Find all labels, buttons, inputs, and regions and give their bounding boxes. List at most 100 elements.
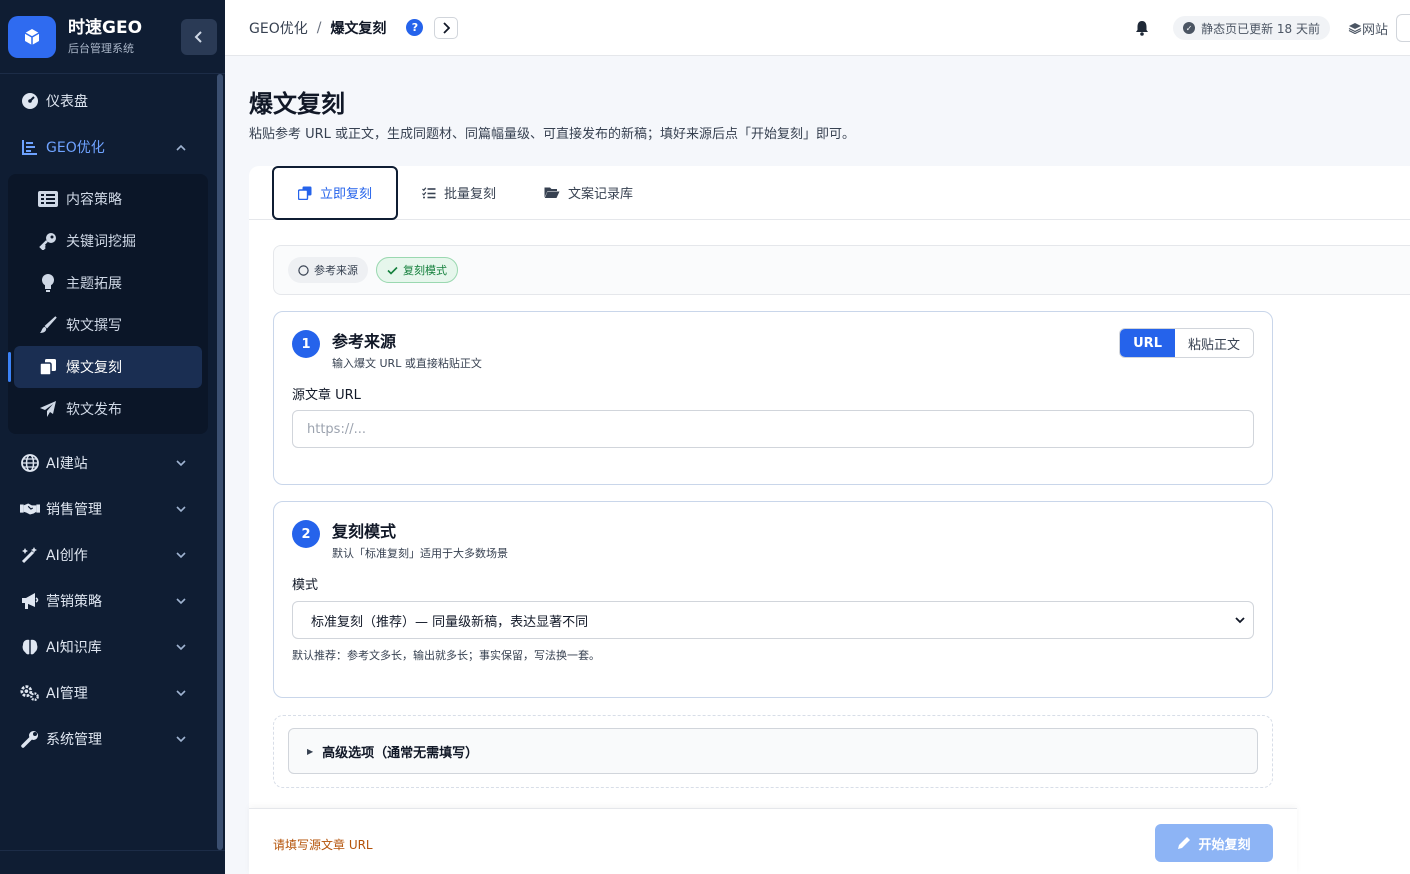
key-icon xyxy=(38,232,58,250)
breadcrumb: GEO优化 / 爆文复刻 xyxy=(249,18,386,38)
brand-subtitle: 后台管理系统 xyxy=(68,41,134,55)
pencil-icon xyxy=(1177,836,1191,850)
sidebar-item-label: 软文撰写 xyxy=(66,318,122,334)
brand-title: 时速GEO xyxy=(68,17,143,38)
section-title: 复刻模式 xyxy=(332,522,397,541)
chevron-down-icon xyxy=(174,597,188,605)
sidebar-item-dashboard[interactable]: 仪表盘 xyxy=(0,78,216,124)
megaphone-icon xyxy=(20,591,40,611)
sidebar-nav: 仪表盘 GEO优化 内容策略 关键词挖掘 主题拓展 软文撰写 爆文复刻 软文发布… xyxy=(0,78,216,762)
advanced-options-container: ▶ 高级选项（通常无需填写） xyxy=(273,715,1273,788)
sidebar-item-label: 关键词挖掘 xyxy=(66,234,136,250)
sidebar-item-ai-creation[interactable]: AI创作 xyxy=(0,532,216,578)
tab-label: 立即复刻 xyxy=(320,187,373,202)
section-replicate-mode: 2 复刻模式 默认「标准复刻」适用于大多数场景 模式 标准复刻（推荐）— 同量级… xyxy=(273,501,1273,698)
list-icon xyxy=(38,190,58,208)
chevron-down-icon xyxy=(174,551,188,559)
sidebar-item-ai-manage[interactable]: AI管理 xyxy=(0,670,216,716)
site-link[interactable]: 网站 xyxy=(1348,19,1388,38)
sidebar-item-keyword-mining[interactable]: 关键词挖掘 xyxy=(8,220,208,262)
step-label: 复刻模式 xyxy=(403,264,447,277)
lightbulb-icon xyxy=(38,274,58,292)
status-text: 静态页已更新 18 天前 xyxy=(1201,21,1320,36)
sidebar-item-label: AI管理 xyxy=(46,686,88,702)
source-type-toggle: URL 粘贴正文 xyxy=(1119,328,1254,358)
sidebar-item-label: 主题拓展 xyxy=(66,276,122,292)
help-icon[interactable]: ? xyxy=(406,19,424,36)
sidebar-item-label: AI知识库 xyxy=(46,640,102,656)
gauge-icon xyxy=(20,91,40,111)
chevron-down-icon xyxy=(174,459,188,467)
sidebar-item-topic-expansion[interactable]: 主题拓展 xyxy=(8,262,208,304)
step-replicate-mode[interactable]: 复刻模式 xyxy=(376,257,458,283)
static-page-status-badge: ✓ 静态页已更新 18 天前 xyxy=(1173,16,1330,40)
mode-select[interactable]: 标准复刻（推荐）— 同量级新稿，表达显著不同 xyxy=(292,601,1254,639)
sidebar-item-article-publish[interactable]: 软文发布 xyxy=(8,388,208,430)
gears-icon xyxy=(20,683,40,703)
sidebar-item-article-writing[interactable]: 软文撰写 xyxy=(8,304,208,346)
tab-label: 批量复刻 xyxy=(444,187,497,202)
toggle-url-button[interactable]: URL xyxy=(1120,329,1175,357)
sidebar-item-label: AI建站 xyxy=(46,456,88,472)
section-subtitle: 默认「标准复刻」适用于大多数场景 xyxy=(332,547,508,560)
tab-batch-replicate[interactable]: 批量复刻 xyxy=(398,166,520,220)
sidebar-scrollbar[interactable] xyxy=(217,74,223,850)
sidebar-item-viral-replicate[interactable]: 爆文复刻 xyxy=(8,346,202,388)
layers-icon xyxy=(1348,23,1362,34)
source-url-input[interactable]: https://... xyxy=(292,410,1254,448)
breadcrumb-separator: / xyxy=(316,19,322,36)
sidebar-item-label: 系统管理 xyxy=(46,732,102,748)
chevron-down-icon xyxy=(174,505,188,513)
source-url-label: 源文章 URL xyxy=(292,388,361,403)
chart-bar-icon xyxy=(20,137,40,157)
sidebar-item-label: 内容策略 xyxy=(66,192,122,208)
step-reference-source[interactable]: 参考来源 xyxy=(288,257,368,283)
tab-replicate-now[interactable]: 立即复刻 xyxy=(272,165,399,220)
top-action-button[interactable] xyxy=(1396,14,1410,42)
sidebar-item-marketing[interactable]: 营销策略 xyxy=(0,578,216,624)
sidebar-item-ai-knowledge[interactable]: AI知识库 xyxy=(0,624,216,670)
sidebar-item-label: AI创作 xyxy=(46,548,88,564)
sidebar: 时速GEO 后台管理系统 仪表盘 GEO优化 内容策略 关键词挖掘 主题拓展 软… xyxy=(0,0,225,874)
topbar: GEO优化 / 爆文复刻 ? ✓ 静态页已更新 18 天前 网站 xyxy=(225,0,1410,56)
check-circle-icon: ✓ xyxy=(1183,22,1196,34)
sidebar-item-label: 营销策略 xyxy=(46,594,102,610)
mode-select-value: 标准复刻（推荐）— 同量级新稿，表达显著不同 xyxy=(311,614,589,630)
checklist-icon xyxy=(422,186,436,199)
sidebar-item-sales[interactable]: 销售管理 xyxy=(0,486,216,532)
section-subtitle: 输入爆文 URL 或直接粘贴正文 xyxy=(332,357,482,370)
sidebar-item-ai-site[interactable]: AI建站 xyxy=(0,440,216,486)
breadcrumb-parent[interactable]: GEO优化 xyxy=(249,18,308,38)
chevron-right-icon xyxy=(443,21,451,34)
start-replicate-button[interactable]: 开始复刻 xyxy=(1155,824,1273,862)
sidebar-item-geo[interactable]: GEO优化 xyxy=(0,124,216,170)
chevron-down-icon xyxy=(174,689,188,697)
globe-icon xyxy=(20,453,40,473)
toggle-paste-text-button[interactable]: 粘贴正文 xyxy=(1174,329,1253,357)
folder-open-icon xyxy=(544,186,560,199)
sidebar-item-label: 爆文复刻 xyxy=(66,360,122,376)
chevron-down-icon xyxy=(1235,616,1245,623)
sidebar-item-label: 软文发布 xyxy=(66,402,122,418)
site-link-label: 网站 xyxy=(1361,22,1388,38)
collapse-sidebar-button[interactable] xyxy=(181,18,217,55)
start-replicate-label: 开始复刻 xyxy=(1198,837,1251,853)
section-title: 参考来源 xyxy=(332,332,397,351)
mode-hint: 默认推荐：参考文多长，输出就多长；事实保留，写法换一套。 xyxy=(292,649,600,662)
forward-button[interactable] xyxy=(434,16,459,39)
sidebar-item-label: GEO优化 xyxy=(46,140,105,156)
sidebar-item-content-strategy[interactable]: 内容策略 xyxy=(8,178,208,220)
advanced-options-toggle[interactable]: ▶ 高级选项（通常无需填写） xyxy=(288,728,1258,774)
step-number-badge: 1 xyxy=(292,330,320,358)
chevron-left-icon xyxy=(194,30,202,43)
tab-copy-library[interactable]: 文案记录库 xyxy=(520,166,657,220)
magic-wand-icon xyxy=(20,545,40,565)
bell-icon[interactable] xyxy=(1135,20,1149,36)
sidebar-item-system[interactable]: 系统管理 xyxy=(0,716,216,762)
tab-label: 文案记录库 xyxy=(568,187,634,202)
chevron-down-icon xyxy=(174,735,188,743)
breadcrumb-current: 爆文复刻 xyxy=(330,20,387,37)
handshake-icon xyxy=(20,499,40,519)
section-reference-source: 1 参考来源 输入爆文 URL 或直接粘贴正文 URL 粘贴正文 源文章 URL… xyxy=(273,311,1273,485)
check-icon xyxy=(387,266,398,275)
